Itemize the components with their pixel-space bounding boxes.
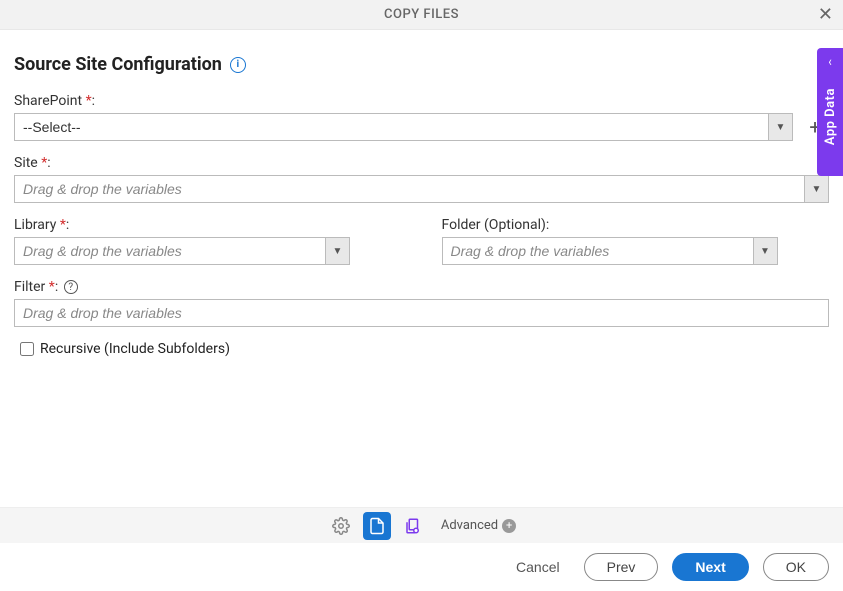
chevron-down-icon[interactable]: ▼: [754, 237, 778, 265]
site-input[interactable]: [14, 175, 805, 203]
section-title: Source Site Configuration: [14, 54, 222, 75]
document-icon[interactable]: [363, 512, 391, 540]
prev-button[interactable]: Prev: [584, 553, 659, 581]
advanced-toggle[interactable]: Advanced +: [441, 518, 516, 533]
copy-settings-icon[interactable]: [399, 512, 427, 540]
recursive-label[interactable]: Recursive (Include Subfolders): [40, 341, 230, 357]
site-field: Site *: ▼: [14, 155, 829, 203]
sharepoint-input[interactable]: [14, 113, 769, 141]
recursive-checkbox[interactable]: [20, 342, 34, 356]
site-label: Site *:: [14, 155, 829, 171]
filter-input[interactable]: [14, 299, 829, 327]
folder-label: Folder (Optional):: [442, 217, 830, 233]
sharepoint-label: SharePoint *:: [14, 93, 829, 109]
ok-button[interactable]: OK: [763, 553, 829, 581]
library-label: Library *:: [14, 217, 402, 233]
plus-icon: +: [502, 519, 516, 533]
toolbar: Advanced +: [0, 507, 843, 543]
gear-icon[interactable]: [327, 512, 355, 540]
chevron-down-icon[interactable]: ▼: [769, 113, 793, 141]
app-data-tab[interactable]: ‹ App Data: [817, 48, 843, 176]
sharepoint-select[interactable]: ▼: [14, 113, 793, 141]
titlebar: COPY FILES ✕: [0, 0, 843, 30]
section-header: Source Site Configuration i: [14, 54, 829, 75]
library-field: Library *: ▼: [14, 217, 402, 265]
filter-label: Filter *: ?: [14, 279, 829, 295]
chevron-down-icon[interactable]: ▼: [805, 175, 829, 203]
close-icon[interactable]: ✕: [818, 6, 833, 24]
button-bar: Cancel Prev Next OK: [0, 543, 843, 591]
recursive-field: Recursive (Include Subfolders): [20, 341, 829, 357]
library-input[interactable]: [14, 237, 326, 265]
info-icon[interactable]: i: [230, 57, 246, 73]
chevron-down-icon[interactable]: ▼: [326, 237, 350, 265]
content-area: Source Site Configuration i SharePoint *…: [0, 30, 843, 357]
folder-input[interactable]: [442, 237, 754, 265]
chevron-left-icon: ‹: [828, 54, 831, 70]
cancel-button[interactable]: Cancel: [506, 553, 570, 581]
site-input-combo[interactable]: ▼: [14, 175, 829, 203]
sharepoint-field: SharePoint *: ▼ +: [14, 93, 829, 141]
library-input-combo[interactable]: ▼: [14, 237, 350, 265]
folder-field: Folder (Optional): ▼: [442, 217, 830, 265]
filter-field: Filter *: ?: [14, 279, 829, 327]
folder-input-combo[interactable]: ▼: [442, 237, 778, 265]
help-icon[interactable]: ?: [64, 280, 78, 294]
next-button[interactable]: Next: [672, 553, 748, 581]
library-folder-row: Library *: ▼ Folder (Optional): ▼: [14, 217, 829, 265]
side-tab-label: App Data: [823, 88, 838, 145]
dialog-title: COPY FILES: [384, 7, 459, 22]
